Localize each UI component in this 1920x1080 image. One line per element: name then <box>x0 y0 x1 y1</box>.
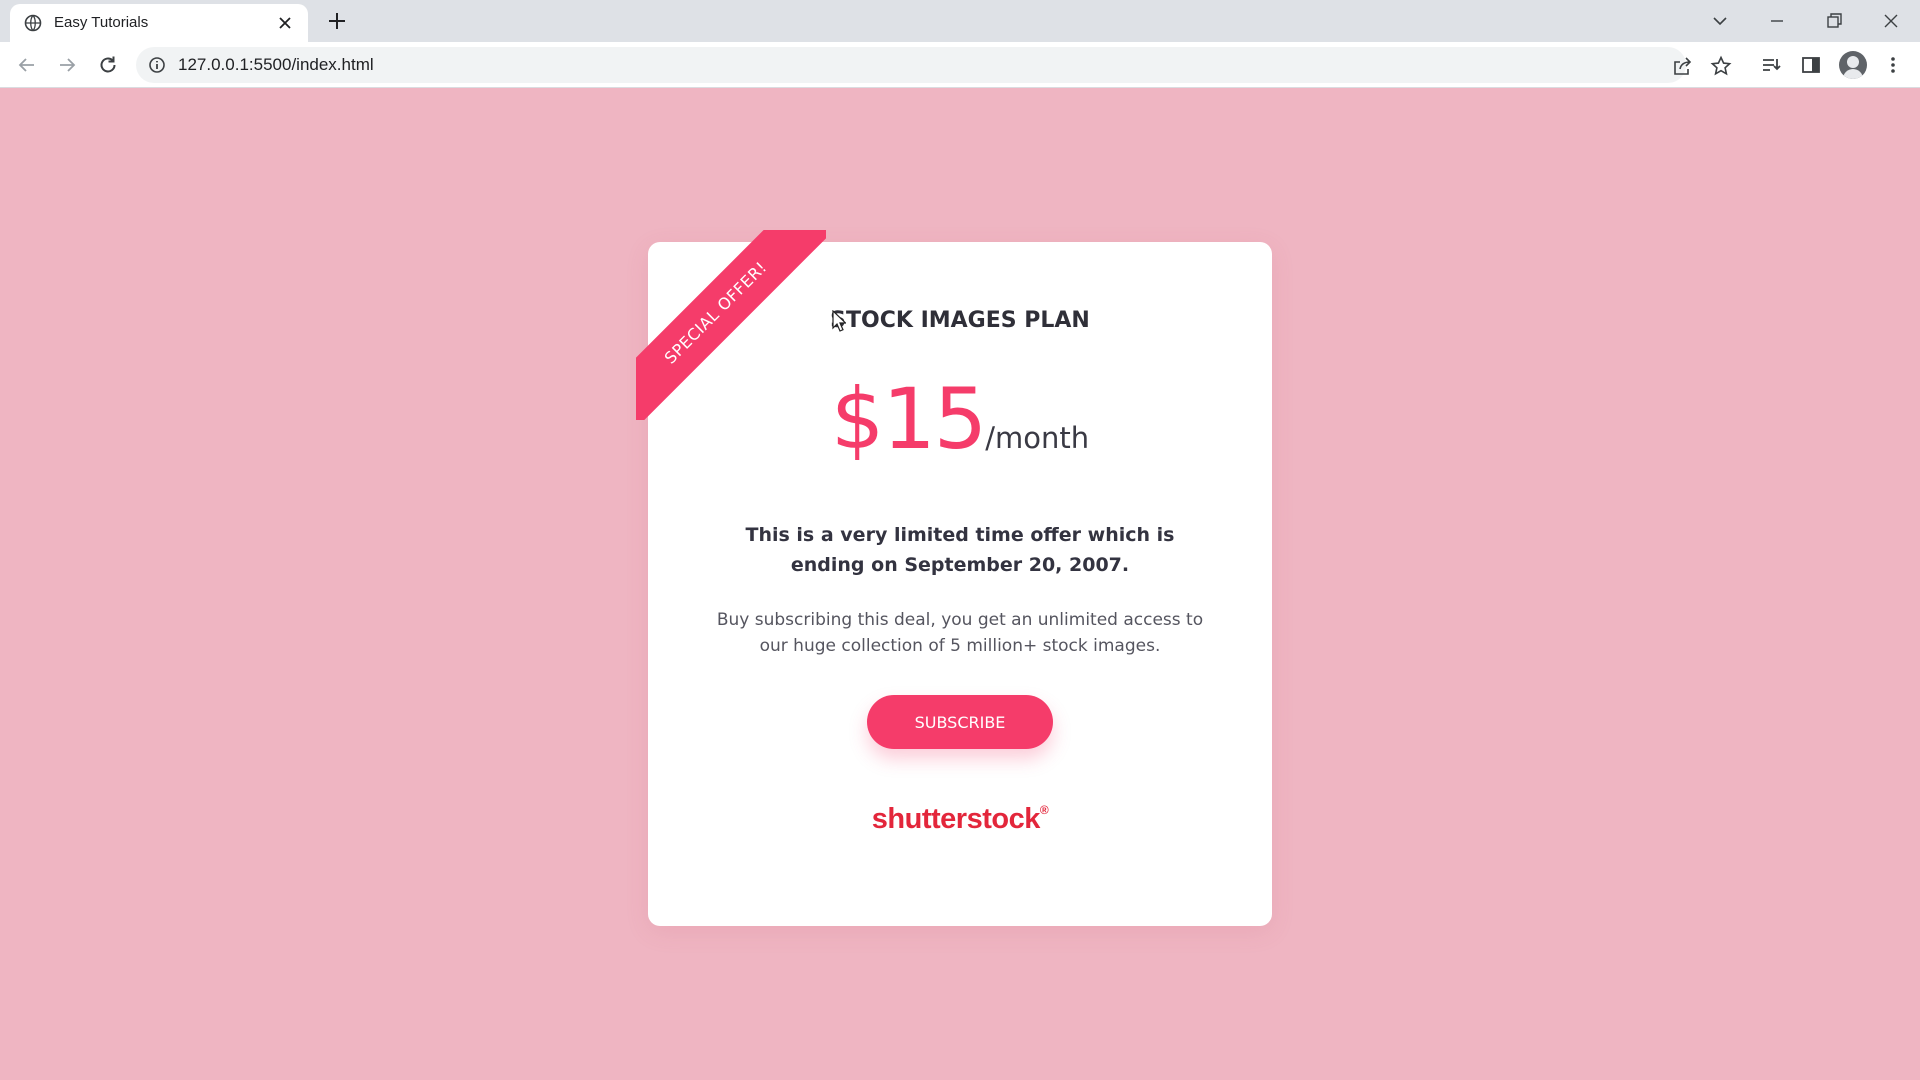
globe-icon <box>24 14 42 32</box>
url-text: 127.0.0.1:5500/index.html <box>178 55 374 74</box>
star-icon[interactable] <box>1710 55 1732 77</box>
info-icon[interactable] <box>148 56 166 74</box>
avatar[interactable] <box>1839 51 1867 79</box>
mouse-cursor-icon <box>832 310 846 332</box>
plus-icon[interactable] <box>326 10 348 32</box>
pricing-card: SPECIAL OFFER! STOCK IMAGES PLAN $15/mon… <box>636 230 1272 926</box>
description-text: Buy subscribing this deal, you get an un… <box>716 610 1204 656</box>
minimize-icon[interactable] <box>1764 8 1790 34</box>
logo-registered-mark: ® <box>1039 803 1049 817</box>
restore-icon[interactable] <box>1821 8 1847 34</box>
logo-text: shutterstock <box>871 803 1041 835</box>
plan-title: STOCK IMAGES PLAN <box>830 308 1090 333</box>
close-window-icon[interactable] <box>1878 8 1904 34</box>
share-icon[interactable] <box>1671 55 1693 77</box>
close-icon[interactable] <box>276 14 294 32</box>
browser-tab[interactable]: Easy Tutorials <box>10 4 308 42</box>
kebab-menu-icon[interactable] <box>1882 54 1904 76</box>
side-panel-icon[interactable] <box>1800 54 1822 76</box>
price-period: /month <box>985 421 1090 455</box>
arrow-left-icon[interactable] <box>15 53 39 77</box>
subscribe-button[interactable]: SUBSCRIBE <box>867 695 1053 749</box>
offer-text: This is a very limited time offer which … <box>745 524 1175 576</box>
browser-toolbar: 127.0.0.1:5500/index.html <box>0 42 1920 88</box>
browser-tab-strip: Easy Tutorials <box>0 0 1920 42</box>
chevron-down-icon[interactable] <box>1707 8 1733 34</box>
address-bar[interactable]: 127.0.0.1:5500/index.html <box>136 47 1732 83</box>
tab-title: Easy Tutorials <box>54 14 149 31</box>
reading-list-icon[interactable] <box>1760 54 1782 76</box>
arrow-right-icon[interactable] <box>55 53 79 77</box>
shutterstock-logo: shutterstock® <box>648 803 1272 836</box>
reload-icon[interactable] <box>96 53 120 77</box>
price: $15 <box>830 370 987 468</box>
price-row: $15/month <box>648 370 1272 468</box>
